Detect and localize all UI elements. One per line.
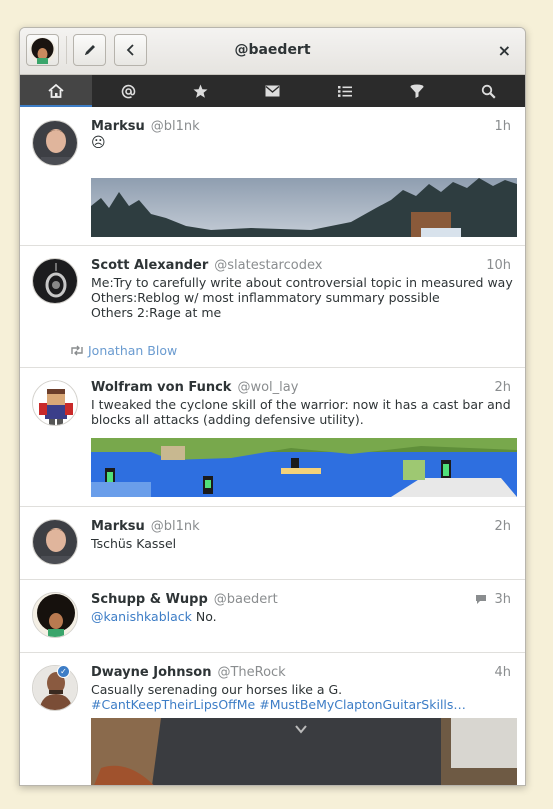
avatar-image: [33, 593, 77, 637]
tweet-time[interactable]: 1h: [494, 119, 511, 134]
video-thumbnail: [91, 718, 517, 785]
list-icon: [337, 85, 352, 97]
tab-favorites[interactable]: [164, 75, 236, 107]
avatar-image: [33, 121, 77, 165]
tweet-text: Tschüs Kassel: [91, 536, 177, 551]
tweet-author[interactable]: Dwayne Johnson @TheRock: [91, 665, 286, 680]
at-icon: [121, 84, 136, 98]
home-icon: [48, 84, 64, 98]
tweet-text: Casually serenading our horses like a G.: [91, 682, 343, 697]
avatar[interactable]: [32, 120, 78, 166]
header-bar: @baedert ×: [20, 28, 525, 75]
tweet-media[interactable]: [91, 178, 517, 237]
tweet-row[interactable]: Marksu @bl1nk 1h ☹: [20, 107, 525, 246]
hashtag-links[interactable]: #CantKeepTheirLipsOffMe #MustBeMyClapton…: [91, 697, 513, 712]
retweeter-name: Jonathan Blow: [88, 343, 178, 358]
tab-lists[interactable]: [309, 75, 381, 107]
tweet-text: I tweaked the cyclone skill of the warri…: [91, 397, 511, 427]
envelope-icon: [265, 85, 280, 97]
tweet-handle: @slatestarcodex: [214, 258, 323, 273]
avatar[interactable]: [32, 258, 78, 304]
tweet-author[interactable]: Marksu @bl1nk: [91, 119, 200, 134]
tweet-time[interactable]: 2h: [494, 519, 511, 534]
tab-search[interactable]: [453, 75, 525, 107]
tweet-time[interactable]: 3h: [494, 592, 511, 607]
tweet-author[interactable]: Scott Alexander @slatestarcodex: [91, 258, 322, 273]
tab-home[interactable]: [20, 75, 93, 107]
tweet-text: ☹: [91, 135, 106, 151]
tweet-row[interactable]: Scott Alexander @slatestarcodex 10h Me:Tr…: [20, 246, 525, 368]
avatar-image: [33, 666, 77, 710]
tweet-row[interactable]: Marksu @bl1nk 2h Tschüs Kassel: [20, 507, 525, 580]
reply-icon: [476, 595, 486, 604]
avatar[interactable]: [32, 519, 78, 565]
tweet-media[interactable]: [91, 718, 517, 785]
tab-messages[interactable]: [236, 75, 308, 107]
landscape-photo: [91, 178, 517, 237]
tweet-author[interactable]: Marksu @bl1nk: [91, 519, 200, 534]
tweet-text: Me:Try to carefully write about controve…: [91, 275, 513, 320]
tweet-author[interactable]: Wolfram von Funck @wol_lay: [91, 380, 298, 395]
game-screenshot: [91, 438, 517, 497]
close-icon[interactable]: ×: [498, 41, 511, 60]
avatar-image: [33, 381, 77, 425]
tweet-media[interactable]: [91, 438, 517, 497]
mention-link[interactable]: @kanishkablack: [91, 609, 192, 624]
window-title: @baedert: [234, 42, 311, 58]
tweet-row[interactable]: Wolfram von Funck @wol_lay 2h I tweaked t…: [20, 368, 525, 507]
star-icon: [193, 84, 208, 98]
tweet-handle: @bl1nk: [150, 519, 200, 534]
tweet-time[interactable]: 10h: [486, 258, 511, 273]
tweet-row[interactable]: Schupp & Wupp @baedert 3h @kanishkablack …: [20, 580, 525, 653]
tweet-text: @kanishkablack No.: [91, 609, 217, 624]
main-tab-bar: [20, 75, 525, 107]
tweet-handle: @TheRock: [217, 665, 286, 680]
tweet-handle: @baedert: [213, 592, 278, 607]
tweet-row[interactable]: ✓ Dwayne Johnson @TheRock 4h Casually ser…: [20, 653, 525, 785]
tweet-time[interactable]: 2h: [494, 380, 511, 395]
avatar[interactable]: [32, 380, 78, 426]
app-window: @baedert × Marksu @bl1nk 1h ☹ Scott Alex…: [19, 27, 526, 786]
tweet-handle: @bl1nk: [150, 119, 200, 134]
tab-mentions[interactable]: [92, 75, 164, 107]
tweet-time[interactable]: 4h: [494, 665, 511, 680]
tab-filters[interactable]: [381, 75, 453, 107]
verified-badge-icon: ✓: [57, 665, 70, 678]
retweet-icon: [71, 345, 83, 356]
avatar-image: [33, 520, 77, 564]
avatar[interactable]: [32, 592, 78, 638]
retweet-info[interactable]: Jonathan Blow: [69, 343, 177, 358]
avatar[interactable]: [32, 665, 78, 711]
tweet-handle: @wol_lay: [237, 380, 299, 395]
tweet-author[interactable]: Schupp & Wupp @baedert: [91, 592, 278, 607]
filter-icon: [410, 84, 424, 98]
avatar-image: [33, 259, 77, 303]
search-icon: [482, 84, 496, 99]
